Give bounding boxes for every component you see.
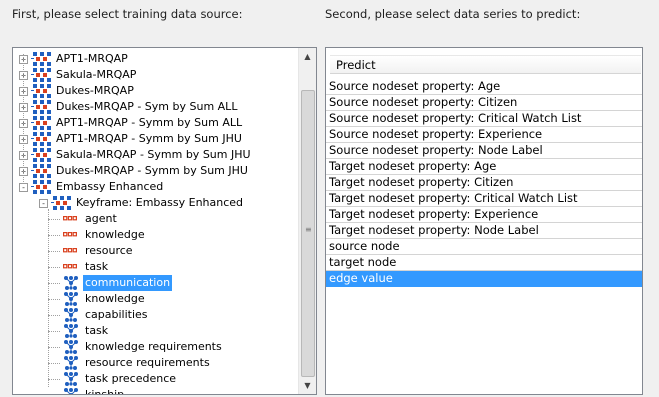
- predict-row[interactable]: target node: [326, 255, 642, 271]
- tree-item-label: Dukes-MRQAP: [56, 84, 134, 97]
- predict-row[interactable]: source node: [326, 239, 642, 255]
- scroll-down-arrow-icon[interactable]: ▼: [299, 377, 316, 394]
- tree-guide-line: [48, 267, 60, 268]
- tree-item-label: knowledge: [85, 228, 145, 241]
- predict-row[interactable]: Source nodeset property: Experience: [326, 127, 642, 143]
- tree-item-label: Dukes-MRQAP - Symm by Sum JHU: [56, 164, 248, 177]
- tree-guide-line: [23, 54, 24, 182]
- tree-item-label: Sakula-MRQAP: [56, 68, 137, 81]
- predict-row[interactable]: Source nodeset property: Age: [326, 79, 642, 95]
- tree-item-label: APT1-MRQAP - Symm by Sum ALL: [56, 116, 243, 129]
- tree-item-label: Sakula-MRQAP - Symm by Sum JHU: [56, 148, 251, 161]
- training-source-tree[interactable]: + APT1-MRQAP + Sakula-MRQAP + Dukes-MRQAP + Duk…: [12, 47, 317, 395]
- tree-scrollbar[interactable]: ▲ ≡ ▼: [298, 48, 316, 394]
- tree-guide-line: [48, 331, 60, 332]
- network-icon: [31, 180, 53, 199]
- nodeset-icon: [63, 212, 77, 228]
- tree-guide-line: [48, 299, 60, 300]
- tree-item-label: Embassy Enhanced: [56, 180, 164, 193]
- predict-row[interactable]: Target nodeset property: Experience: [326, 207, 642, 223]
- predict-row[interactable]: Target nodeset property: Critical Watch …: [326, 191, 642, 207]
- predict-row[interactable]: Source nodeset property: Node Label: [326, 143, 642, 159]
- tree-item-label: Keyframe: Embassy Enhanced: [76, 196, 244, 209]
- scrollbar-thumb[interactable]: ≡: [301, 90, 315, 377]
- tree-item-label: agent: [85, 212, 117, 225]
- tree-guide-line: [48, 315, 60, 316]
- tree-item-label: resource: [85, 244, 133, 257]
- tree-item-label: capabilities: [85, 308, 148, 321]
- tree-item-label: task: [85, 260, 109, 273]
- predict-series-list[interactable]: Predict Source nodeset property: Age Sour…: [325, 47, 643, 395]
- tree-guide-line: [48, 379, 60, 380]
- nodeset-icon: [63, 260, 77, 276]
- tree-guide-line: [48, 347, 60, 348]
- predict-series-label: Second, please select data series to pre…: [325, 7, 581, 21]
- predict-column-header[interactable]: Predict: [330, 55, 641, 74]
- predict-row[interactable]: Target nodeset property: Node Label: [326, 223, 642, 239]
- scrollbar-grip-icon: ≡: [305, 225, 312, 234]
- nodeset-icon: [63, 228, 77, 244]
- predict-row[interactable]: Target nodeset property: Age: [326, 159, 642, 175]
- scroll-up-arrow-icon[interactable]: ▲: [299, 48, 316, 65]
- tree-guide-line: [48, 363, 60, 364]
- tree-item-label: communication: [83, 275, 173, 291]
- tree-item-label: knowledge requirements: [85, 340, 222, 353]
- tree-guide-line: [48, 283, 60, 284]
- tree-guide-line: [48, 235, 60, 236]
- collapse-icon[interactable]: -: [19, 183, 28, 192]
- collapse-icon[interactable]: -: [39, 199, 48, 208]
- tree-item-label: knowledge: [85, 292, 145, 305]
- tree-item-label: task: [85, 324, 109, 337]
- tree-item-label: APT1-MRQAP - Symm by Sum JHU: [56, 132, 242, 145]
- tree-item-label: Dukes-MRQAP - Sym by Sum ALL: [56, 100, 238, 113]
- predict-row[interactable]: Source nodeset property: Critical Watch …: [326, 111, 642, 127]
- predict-row[interactable]: Source nodeset property: Citizen: [326, 95, 642, 111]
- tree-item-label: APT1-MRQAP: [56, 52, 128, 65]
- tree-item-label: task precedence: [85, 372, 177, 385]
- predict-row[interactable]: edge value: [326, 271, 642, 287]
- tree-guide-line: [48, 219, 60, 220]
- tree-item-label: resource requirements: [85, 356, 210, 369]
- predict-row[interactable]: Target nodeset property: Citizen: [326, 175, 642, 191]
- tree-item-label: kinship: [85, 388, 125, 395]
- tree-guide-line: [48, 209, 49, 387]
- nodeset-icon: [63, 244, 77, 260]
- edgeset-icon: [63, 388, 79, 394]
- training-source-label: First, please select training data sourc…: [12, 7, 243, 21]
- tree-guide-line: [48, 251, 60, 252]
